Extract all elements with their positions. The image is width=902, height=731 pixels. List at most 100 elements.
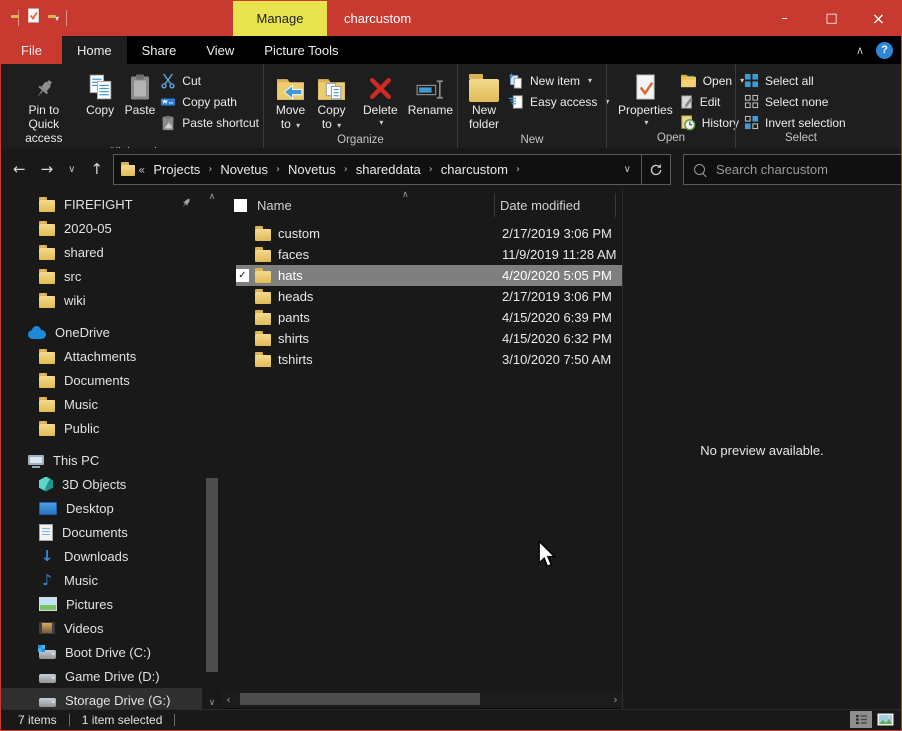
horizontal-scrollbar[interactable]: ‹ › bbox=[222, 690, 622, 708]
sidebar-item-wiki[interactable]: wiki bbox=[1, 288, 202, 312]
search-box[interactable] bbox=[683, 154, 902, 185]
video-icon bbox=[39, 622, 55, 634]
breadcrumb-separator-icon[interactable]: › bbox=[205, 164, 215, 175]
select-all-checkbox[interactable] bbox=[234, 199, 247, 212]
scrollbar-thumb[interactable] bbox=[240, 693, 480, 705]
minimize-button[interactable]: – bbox=[761, 0, 808, 36]
breadcrumb-item[interactable]: Projects bbox=[148, 162, 205, 177]
copy-path-button[interactable]: Copy path bbox=[160, 92, 259, 111]
paste-button[interactable]: Paste bbox=[120, 67, 161, 120]
sidebar-item-storage-drive-g[interactable]: Storage Drive (G:) bbox=[1, 688, 202, 710]
sidebar-item-onedrive[interactable]: OneDrive bbox=[1, 320, 202, 344]
file-row-heads[interactable]: heads 2/17/2019 3:06 PM bbox=[236, 286, 622, 307]
sidebar-item-3d-objects[interactable]: 3D Objects bbox=[1, 472, 202, 496]
refresh-icon bbox=[649, 163, 663, 177]
breadcrumb-item-current[interactable]: charcustom bbox=[436, 162, 513, 177]
properties-shortcut-button[interactable] bbox=[26, 7, 41, 29]
delete-button[interactable]: Delete ▾ bbox=[358, 67, 403, 129]
address-history-chevron-icon[interactable]: ∨ bbox=[614, 164, 641, 175]
sidebar-item-public[interactable]: Public bbox=[1, 416, 202, 440]
move-to-button[interactable]: Move to ▾ bbox=[270, 67, 311, 134]
copy-button[interactable]: Copy bbox=[81, 67, 120, 120]
sidebar-scrollbar[interactable]: ∧ ∨ bbox=[205, 190, 219, 710]
up-icon[interactable]: ↑ bbox=[90, 160, 103, 178]
copy-to-button[interactable]: Copy to ▾ bbox=[311, 67, 352, 134]
manage-contextual-tab[interactable]: Manage bbox=[233, 0, 327, 36]
sidebar-item-firefight[interactable]: FIREFIGHT bbox=[1, 192, 202, 216]
sidebar-item-boot-drive-c[interactable]: Boot Drive (C:) bbox=[1, 640, 202, 664]
tab-home[interactable]: Home bbox=[62, 36, 127, 64]
breadcrumb-item[interactable]: Novetus bbox=[215, 162, 273, 177]
paste-shortcut-button[interactable]: Paste shortcut bbox=[160, 113, 259, 132]
folder-icon bbox=[39, 200, 55, 212]
column-header-date-modified[interactable]: Date modified bbox=[500, 198, 580, 213]
sidebar-item-music[interactable]: ♪Music bbox=[1, 568, 202, 592]
details-view-button[interactable] bbox=[850, 711, 872, 728]
maximize-button[interactable]: □ bbox=[808, 0, 855, 36]
column-header-name[interactable]: Name bbox=[257, 198, 292, 213]
breadcrumb-separator-icon[interactable]: › bbox=[273, 164, 283, 175]
file-row-faces[interactable]: faces 11/9/2019 11:28 AM bbox=[236, 244, 622, 265]
forward-icon[interactable]: → bbox=[41, 160, 54, 178]
breadcrumb-overflow-icon[interactable]: « bbox=[135, 163, 148, 177]
breadcrumb-item[interactable]: shareddata bbox=[351, 162, 426, 177]
column-divider[interactable] bbox=[615, 193, 616, 217]
sidebar-item-this-pc[interactable]: This PC bbox=[1, 448, 202, 472]
file-row-custom[interactable]: custom 2/17/2019 3:06 PM bbox=[236, 223, 622, 244]
sidebar-item-desktop[interactable]: Desktop bbox=[1, 496, 202, 520]
sidebar-item-videos[interactable]: Videos bbox=[1, 616, 202, 640]
sidebar-item-label: Music bbox=[64, 397, 98, 412]
cut-button[interactable]: Cut bbox=[160, 71, 259, 90]
easy-access-button[interactable]: Easy access ▾ bbox=[508, 92, 609, 111]
scroll-right-icon[interactable]: › bbox=[609, 693, 622, 706]
sidebar-item-music-onedrive[interactable]: Music bbox=[1, 392, 202, 416]
sidebar-item-shared[interactable]: shared bbox=[1, 240, 202, 264]
address-bar[interactable]: « Projects › Novetus › Novetus › sharedd… bbox=[113, 154, 671, 185]
file-row-shirts[interactable]: shirts 4/15/2020 6:32 PM bbox=[236, 328, 622, 349]
breadcrumb-separator-icon[interactable]: › bbox=[341, 164, 351, 175]
invert-selection-button[interactable]: Invert selection bbox=[744, 113, 846, 132]
tab-picture-tools[interactable]: Picture Tools bbox=[249, 36, 353, 64]
scrollbar-thumb[interactable] bbox=[206, 478, 218, 672]
scrollbar-track[interactable] bbox=[235, 692, 609, 706]
select-none-button[interactable]: Select none bbox=[744, 92, 846, 111]
new-item-button[interactable]: New item ▾ bbox=[508, 71, 609, 90]
refresh-button[interactable] bbox=[642, 155, 670, 184]
sidebar-item-downloads[interactable]: ↓Downloads bbox=[1, 544, 202, 568]
tab-file[interactable]: File bbox=[1, 36, 62, 64]
recent-locations-chevron-icon[interactable]: ∨ bbox=[68, 164, 75, 175]
breadcrumb-separator-icon[interactable]: › bbox=[426, 164, 436, 175]
select-all-button[interactable]: Select all bbox=[744, 71, 846, 90]
sidebar-item-documents-onedrive[interactable]: Documents bbox=[1, 368, 202, 392]
breadcrumb-item[interactable]: Novetus bbox=[283, 162, 341, 177]
sidebar-item-src[interactable]: src bbox=[1, 264, 202, 288]
sidebar-item-documents[interactable]: Documents bbox=[1, 520, 202, 544]
new-folder-button[interactable]: New folder bbox=[464, 67, 504, 134]
scroll-left-icon[interactable]: ‹ bbox=[222, 693, 235, 706]
sidebar-item-attachments[interactable]: Attachments bbox=[1, 344, 202, 368]
file-row-hats[interactable]: ✓ hats 4/20/2020 5:05 PM bbox=[236, 265, 622, 286]
thumbnail-view-button[interactable] bbox=[874, 711, 896, 728]
search-input[interactable] bbox=[714, 161, 899, 178]
sidebar-item-pictures[interactable]: Pictures bbox=[1, 592, 202, 616]
column-divider[interactable] bbox=[494, 193, 495, 217]
collapse-ribbon-icon[interactable]: ∧ bbox=[856, 44, 864, 57]
back-icon[interactable]: ← bbox=[13, 160, 26, 178]
tab-view[interactable]: View bbox=[191, 36, 249, 64]
close-button[interactable]: × bbox=[855, 0, 902, 36]
button-label: Properties bbox=[618, 104, 673, 118]
rename-button[interactable]: Rename bbox=[403, 67, 458, 120]
address-folder-icon bbox=[114, 163, 135, 176]
tab-share[interactable]: Share bbox=[127, 36, 192, 64]
scroll-up-icon[interactable]: ∧ bbox=[205, 190, 219, 204]
sidebar-item-game-drive-d[interactable]: Game Drive (D:) bbox=[1, 664, 202, 688]
file-row-tshirts[interactable]: tshirts 3/10/2020 7:50 AM bbox=[236, 349, 622, 370]
scroll-down-icon[interactable]: ∨ bbox=[205, 696, 219, 710]
row-checkbox-checked[interactable]: ✓ bbox=[236, 269, 249, 282]
sidebar-item-2020-05[interactable]: 2020-05 bbox=[1, 216, 202, 240]
breadcrumb-separator-icon[interactable]: › bbox=[513, 164, 523, 175]
properties-button[interactable]: Properties ▾ bbox=[613, 67, 678, 129]
pin-to-quick-access-button[interactable]: Pin to Quick access bbox=[7, 67, 81, 147]
file-row-pants[interactable]: pants 4/15/2020 6:39 PM bbox=[236, 307, 622, 328]
help-icon[interactable]: ? bbox=[876, 42, 893, 59]
